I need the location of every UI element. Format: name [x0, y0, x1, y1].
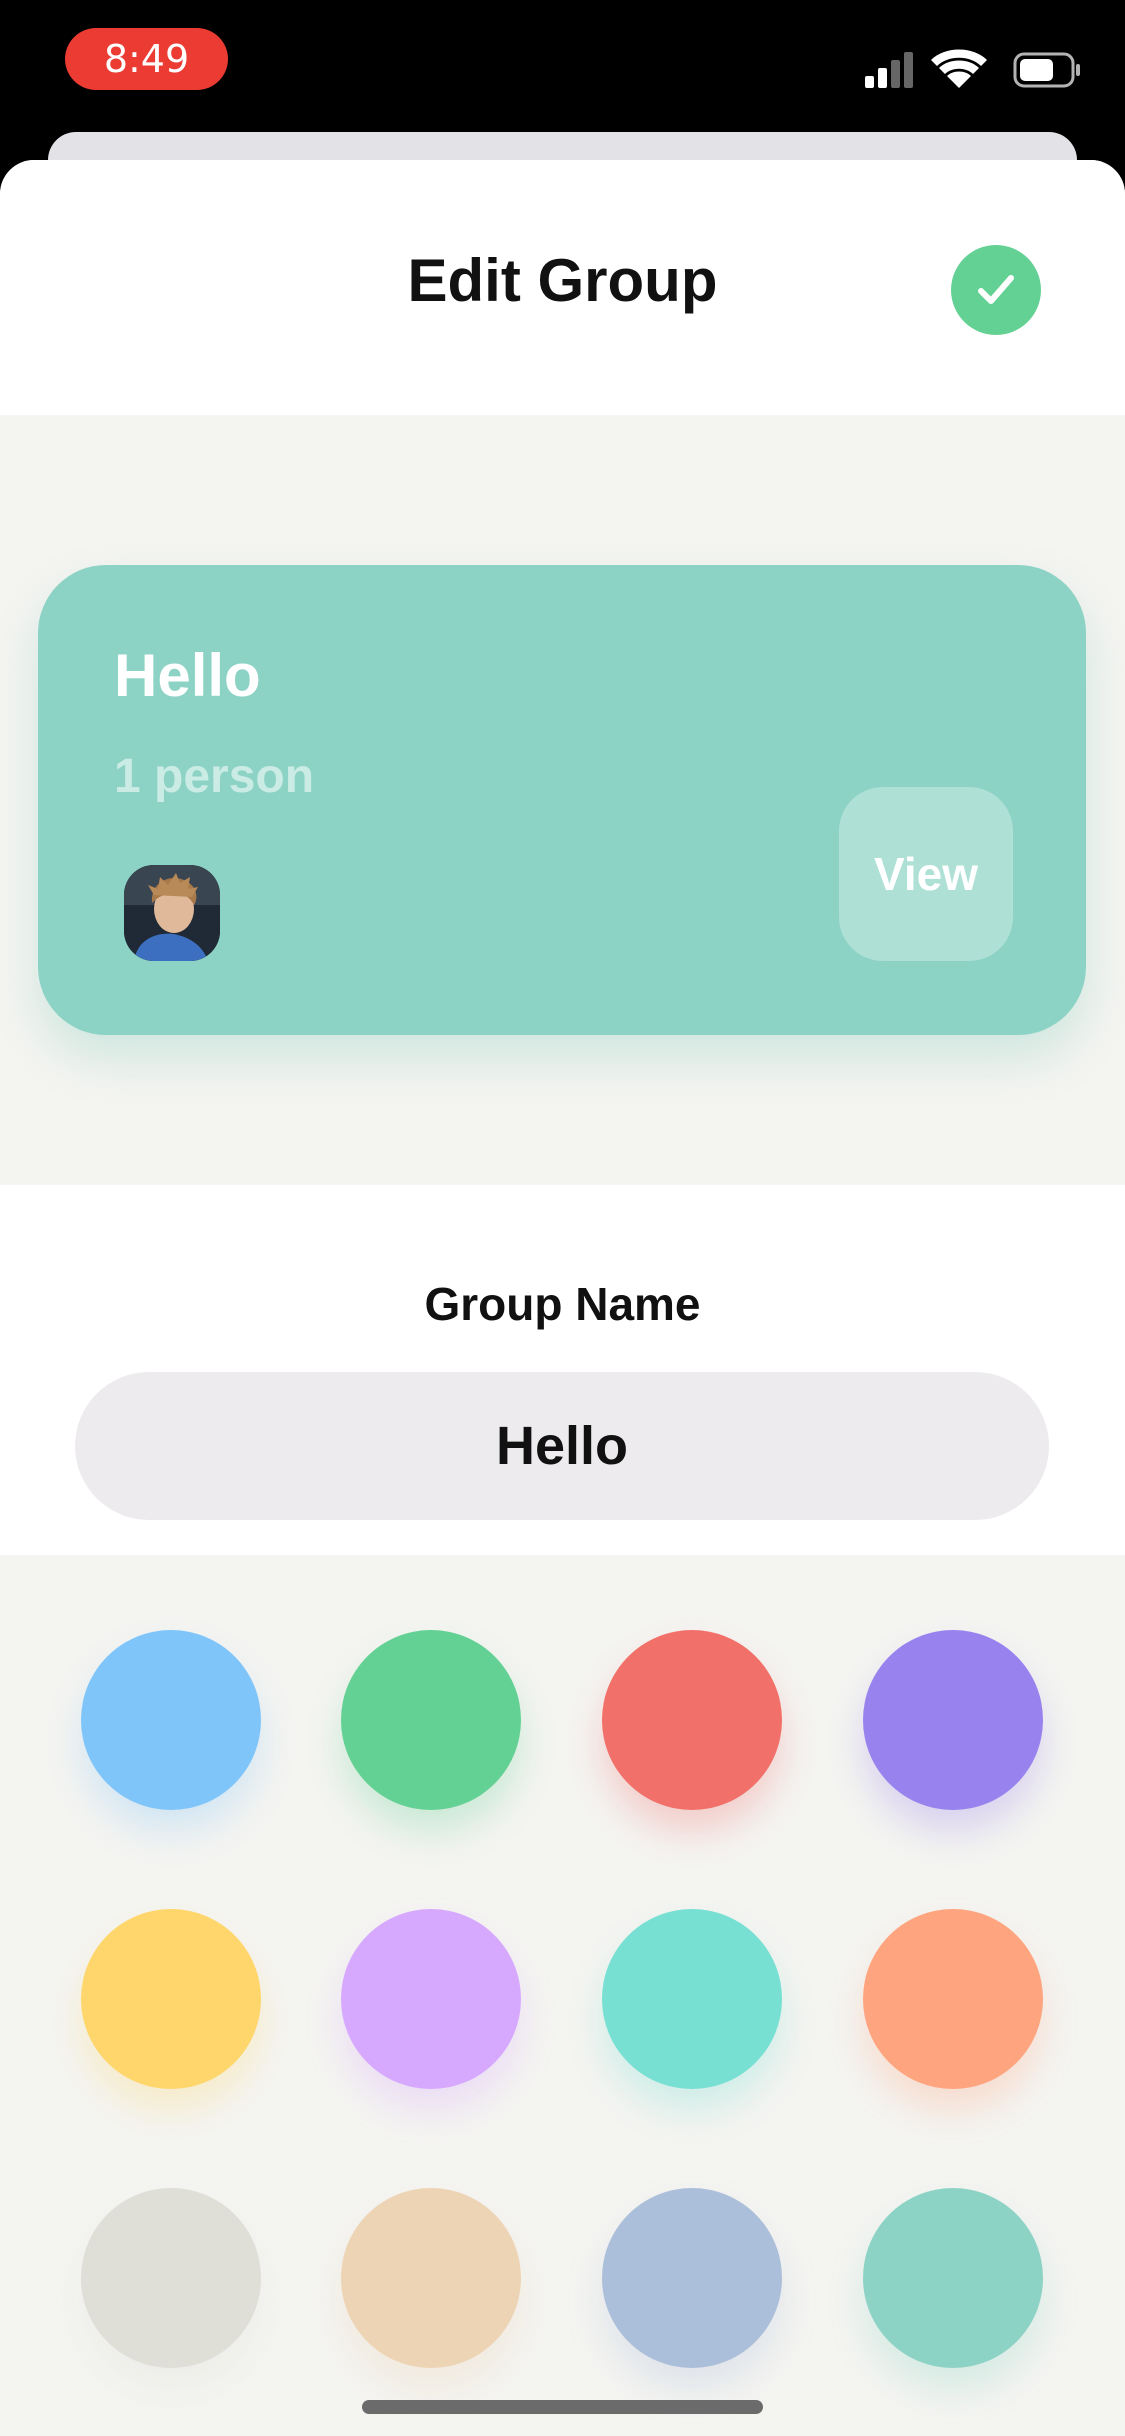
- status-bar: 8:49: [0, 0, 1125, 150]
- color-swatch[interactable]: [81, 1630, 261, 1810]
- group-card-title: Hello: [114, 642, 261, 709]
- checkmark-icon: [978, 275, 1014, 304]
- view-group-button[interactable]: View: [839, 787, 1013, 961]
- group-name-label: Group Name: [424, 1278, 701, 1330]
- status-icons: [865, 49, 1080, 88]
- edit-group-sheet: Edit Group Hello 1 person View Group Nam…: [0, 160, 1125, 2436]
- navigation-bar: Edit Group: [0, 160, 1125, 415]
- group-member-count: 1 person: [114, 750, 315, 803]
- color-swatch[interactable]: [341, 1630, 521, 1810]
- color-swatch[interactable]: [602, 1630, 782, 1810]
- status-time: 8:49: [65, 28, 228, 90]
- color-swatch[interactable]: [863, 2188, 1043, 2368]
- color-swatch[interactable]: [863, 1630, 1043, 1810]
- group-name-input[interactable]: [75, 1372, 1049, 1520]
- member-avatar: [124, 865, 220, 961]
- color-swatch[interactable]: [81, 2188, 261, 2368]
- color-swatch[interactable]: [341, 2188, 521, 2368]
- color-swatch[interactable]: [863, 1909, 1043, 2089]
- done-button[interactable]: [951, 245, 1041, 335]
- battery-icon: [1013, 52, 1080, 88]
- cellular-signal-icon: [865, 52, 913, 88]
- member-photo: [124, 865, 220, 961]
- group-preview-card: Hello 1 person View: [38, 565, 1086, 1035]
- color-swatch[interactable]: [81, 1909, 261, 2089]
- color-swatch[interactable]: [602, 2188, 782, 2368]
- color-swatch[interactable]: [602, 1909, 782, 2089]
- home-indicator[interactable]: [362, 2400, 763, 2414]
- wifi-icon: [931, 49, 987, 88]
- color-swatch[interactable]: [341, 1909, 521, 2089]
- group-name-section: Group Name: [0, 1185, 1125, 1555]
